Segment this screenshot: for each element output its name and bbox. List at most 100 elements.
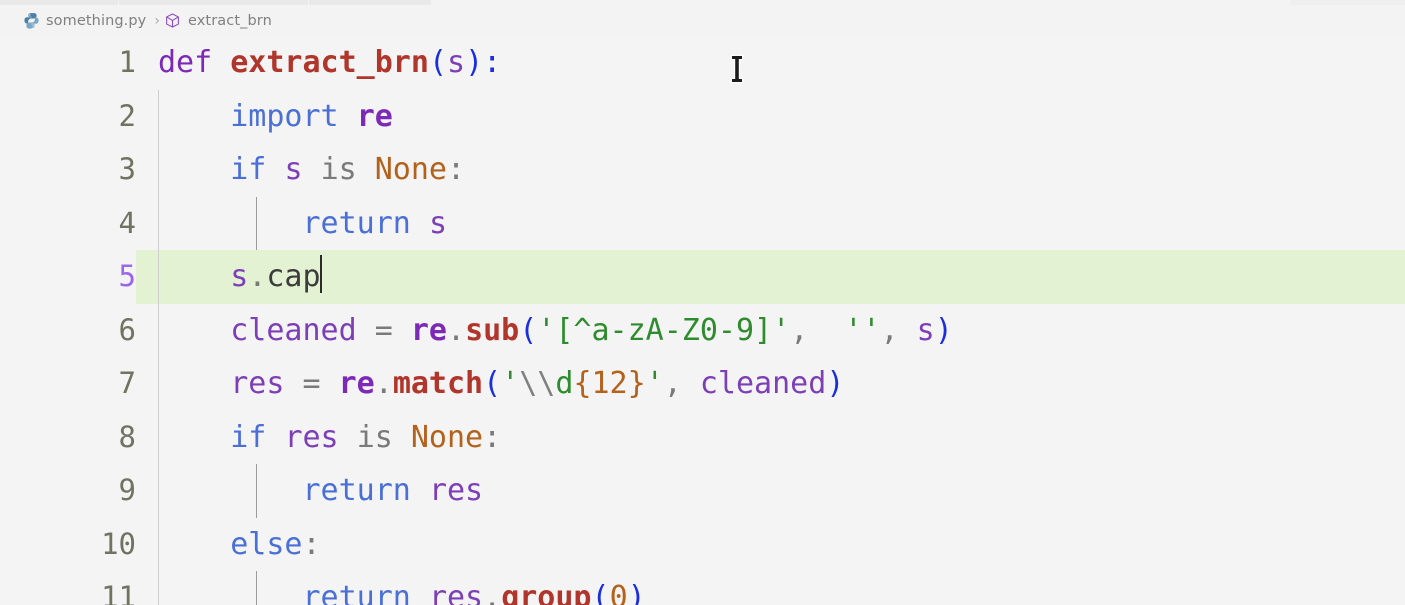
code-token: res [428, 473, 484, 508]
text-caret [319, 255, 322, 293]
code-token: ( [428, 45, 447, 80]
code-token: ' [645, 366, 664, 401]
code-token: d [555, 366, 574, 401]
code-text[interactable]: def extract_brn(s): [158, 36, 501, 90]
code-token: else [230, 526, 303, 562]
code-token: : [447, 152, 466, 187]
code-text[interactable]: if s is None: [158, 143, 465, 197]
code-token: res [230, 366, 285, 401]
code-token: ) [826, 366, 845, 401]
python-file-icon [22, 12, 40, 30]
code-token: ' [501, 366, 520, 401]
code-token: s [447, 45, 466, 80]
line-number[interactable]: 10 [0, 518, 136, 572]
code-token: def [158, 45, 213, 80]
line-number[interactable]: 3 [0, 143, 136, 197]
code-line[interactable]: 8 if res is None: [0, 410, 1405, 465]
code-token: res [284, 419, 339, 455]
code-text[interactable]: s.cap [158, 250, 322, 304]
chevron-right-icon: › [154, 12, 160, 29]
code-text[interactable]: return res [158, 464, 484, 518]
code-token: cleaned [699, 366, 827, 401]
code-text[interactable]: if res is None: [158, 411, 501, 465]
code-token: s [428, 205, 447, 241]
code-text[interactable]: res = re.match('\\d{12}', cleaned) [158, 357, 844, 411]
code-token: ) [465, 45, 484, 80]
code-token: if [230, 152, 267, 187]
code-token: match [392, 366, 484, 401]
code-token: sub [465, 312, 520, 348]
code-token: = [302, 366, 321, 401]
code-token: . [248, 259, 267, 294]
code-token: s [230, 259, 249, 294]
code-token: group [501, 580, 592, 605]
line-number[interactable]: 8 [0, 411, 136, 465]
code-line[interactable]: 3 if s is None: [0, 143, 1405, 197]
code-token: '[^a-zA-Z0-9]' [537, 312, 791, 348]
line-number[interactable]: 6 [0, 304, 136, 358]
code-token: : [302, 526, 321, 562]
code-token: '' [844, 312, 881, 348]
breadcrumb-symbol-name[interactable]: extract_brn [188, 13, 272, 29]
code-token: re [410, 312, 447, 348]
code-token: ) [934, 312, 953, 348]
code-token: , [880, 312, 899, 348]
code-text[interactable]: cleaned = re.sub('[^a-zA-Z0-9]', '', s) [158, 304, 953, 358]
code-token: . [447, 312, 466, 348]
line-number[interactable]: 7 [0, 357, 136, 411]
line-number[interactable]: 1 [0, 36, 136, 90]
code-token: is [320, 152, 357, 187]
code-line[interactable]: 7 res = re.match('\\d{12}', cleaned) [0, 357, 1405, 411]
code-token: {12} [573, 366, 646, 401]
code-line[interactable]: 9 return res [0, 464, 1405, 518]
code-token: ( [483, 366, 502, 401]
line-number[interactable]: 2 [0, 90, 136, 144]
line-number[interactable]: 5 [0, 250, 136, 304]
line-number[interactable]: 11 [0, 571, 136, 605]
line-number[interactable]: 9 [0, 464, 136, 518]
code-text[interactable]: else: [158, 518, 321, 572]
code-token: \\ [519, 366, 556, 401]
code-token: . [483, 580, 502, 605]
code-token: ( [519, 312, 538, 348]
code-token: None [374, 152, 447, 187]
breadcrumb-file-name[interactable]: something.py [46, 13, 146, 29]
code-token: is [356, 419, 393, 455]
code-line[interactable]: 2 import re [0, 89, 1405, 144]
code-token: s [284, 152, 303, 187]
code-token: res [428, 580, 484, 605]
code-line[interactable]: 5 s.cap [0, 250, 1405, 304]
code-token: , [663, 366, 682, 401]
code-text[interactable]: return res.group(0) [158, 571, 646, 605]
code-editor[interactable]: 1 def extract_brn(s): 2 import re 3 if s is… [0, 36, 1405, 605]
code-line[interactable]: 11 return res.group(0) [0, 571, 1405, 605]
code-line[interactable]: 10 else: [0, 517, 1405, 572]
code-token: import [230, 98, 339, 134]
code-line[interactable]: 1 def extract_brn(s): [0, 36, 1405, 90]
code-line[interactable]: 4 return s [0, 196, 1405, 251]
code-token: re [356, 98, 393, 134]
code-text[interactable]: return s [158, 197, 448, 251]
line-number[interactable]: 4 [0, 197, 136, 251]
code-line[interactable]: 6 cleaned = re.sub('[^a-zA-Z0-9]', '', s… [0, 303, 1405, 358]
code-token: extract_brn [230, 45, 429, 80]
code-text[interactable]: import re [158, 90, 393, 144]
code-token: : [483, 45, 502, 80]
